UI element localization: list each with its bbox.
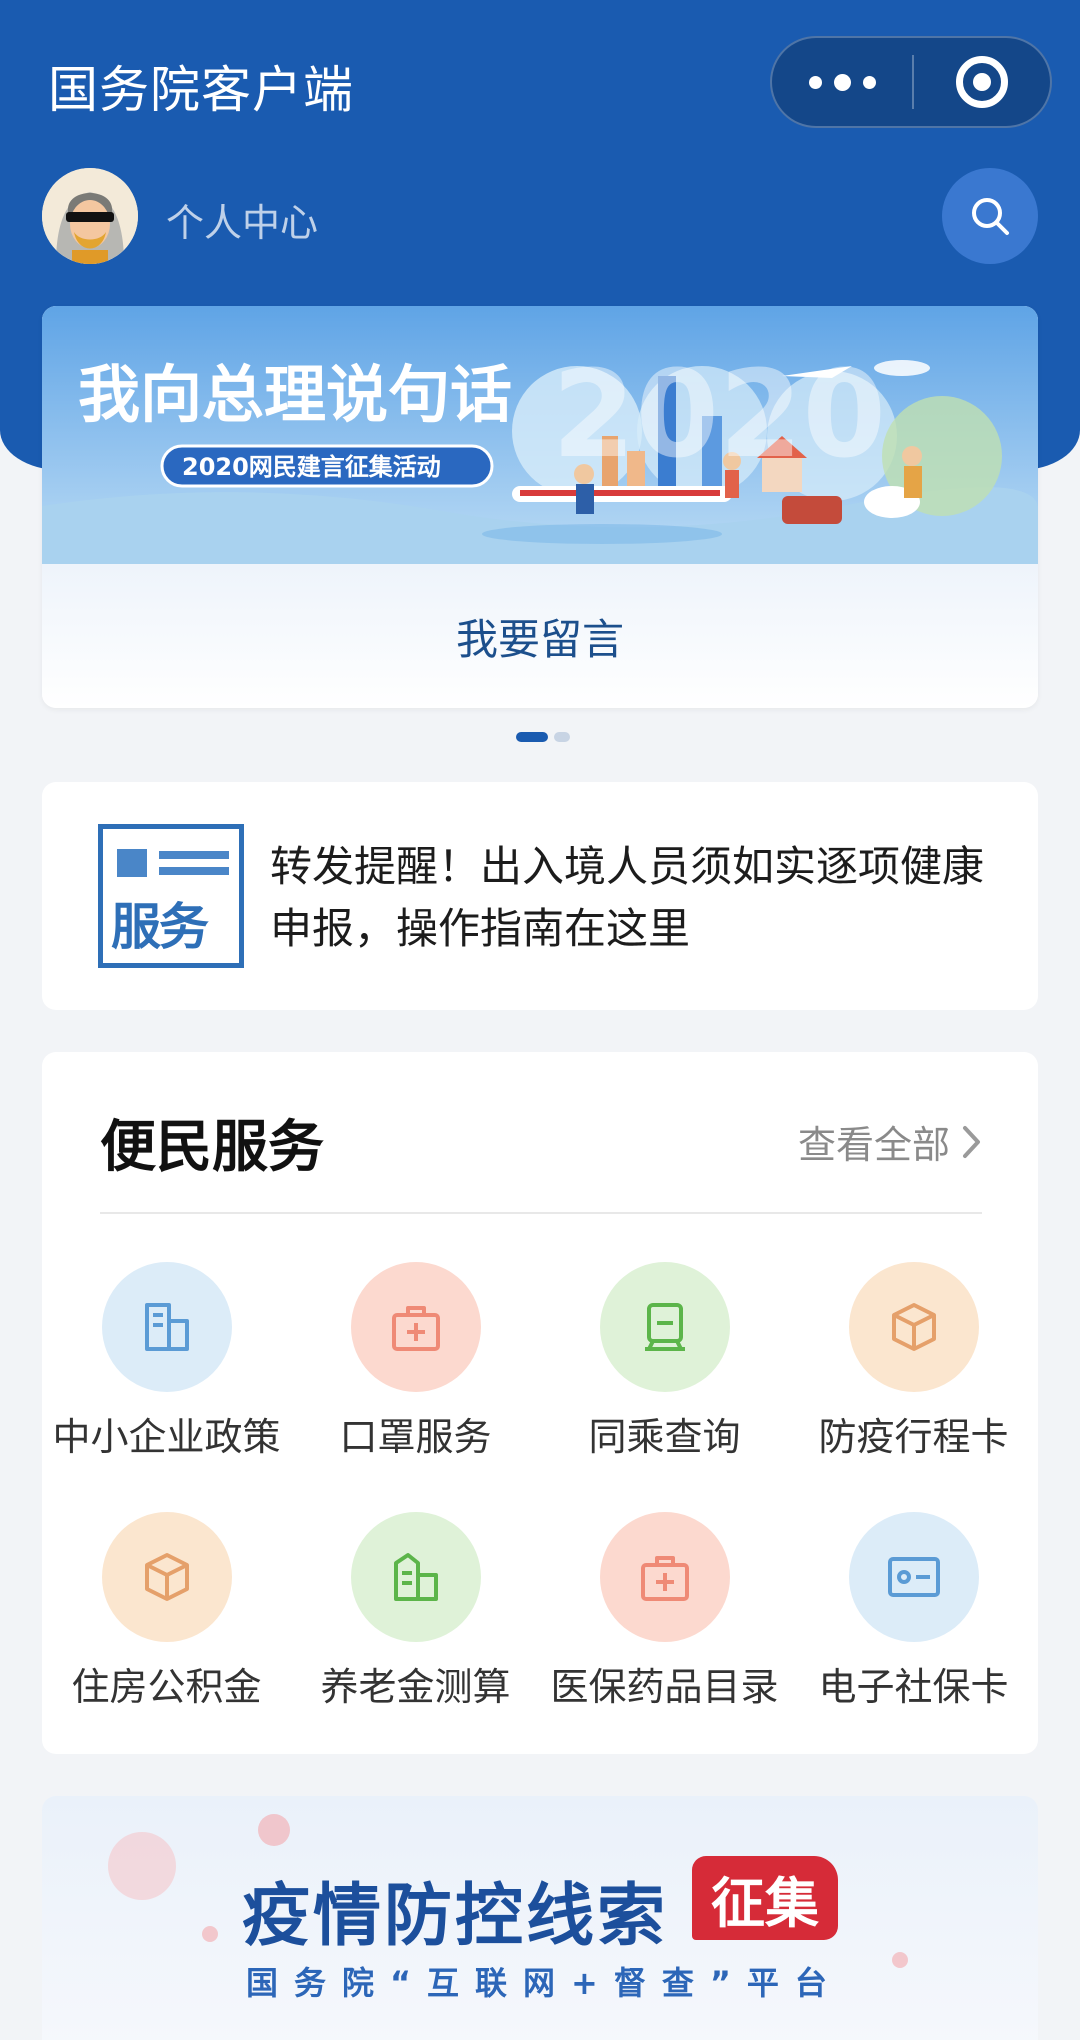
- service-item-label: 养老金测算: [320, 1665, 511, 1709]
- service-item[interactable]: 中小企业政策: [42, 1262, 291, 1461]
- view-all-label: 查看全部: [797, 1123, 950, 1167]
- building-icon: [101, 1262, 232, 1392]
- banner-subtitle: 2020网民建言征集活动: [182, 453, 441, 481]
- banner-title: 我向总理说句话: [78, 358, 512, 431]
- service-item[interactable]: 住房公积金: [42, 1512, 291, 1711]
- carousel-pager: [516, 732, 570, 742]
- service-item-label: 同乘查询: [588, 1415, 741, 1459]
- search-button[interactable]: [942, 168, 1038, 264]
- service-item[interactable]: 防疫行程卡: [789, 1262, 1038, 1461]
- service-item-label: 防疫行程卡: [818, 1415, 1009, 1459]
- app-title: 国务院客户端: [48, 61, 354, 119]
- leave-message-button[interactable]: 我要留言: [42, 564, 1038, 708]
- banner-title: 疫情防控线索: [242, 1877, 669, 1956]
- box-icon: [848, 1262, 979, 1392]
- section-title: 便民服务: [100, 1115, 324, 1180]
- service-item-label: 中小企业政策: [52, 1415, 281, 1459]
- dot: [862, 75, 876, 89]
- pager-dot[interactable]: [554, 732, 570, 742]
- service-notice-icon: 服务: [98, 824, 244, 968]
- box-icon: [101, 1512, 232, 1642]
- chevron-right-icon: [963, 1125, 980, 1158]
- mini-program-capsule: [770, 36, 1052, 128]
- service-item[interactable]: 电子社保卡: [789, 1512, 1038, 1711]
- notice-text: 转发提醒！出入境人员须如实逐项健康申报，操作指南在这里: [270, 842, 985, 953]
- banner-image: 我向总理说句话 2020网民建言征集活动 2020: [42, 306, 1038, 564]
- service-icon-text: 服务: [111, 898, 209, 956]
- medkit-icon: [350, 1262, 481, 1392]
- id-card-icon: [848, 1512, 979, 1642]
- service-item-label: 医保药品目录: [550, 1665, 779, 1709]
- train-icon: [599, 1262, 730, 1392]
- medkit-icon: [599, 1512, 730, 1642]
- dot: [833, 73, 851, 91]
- service-item[interactable]: 同乘查询: [540, 1262, 789, 1461]
- more-options-button[interactable]: [772, 38, 912, 126]
- target-icon: [956, 56, 1008, 108]
- service-item-label: 口罩服务: [339, 1415, 492, 1459]
- service-item-label: 住房公积金: [71, 1665, 262, 1709]
- banner-subtitle: 国务院“互联网+督查”平台: [246, 1964, 843, 2002]
- service-item[interactable]: 口罩服务: [291, 1262, 540, 1461]
- notice-card[interactable]: 服务 转发提醒！出入境人员须如实逐项健康申报，操作指南在这里: [42, 782, 1038, 1010]
- service-item[interactable]: 医保药品目录: [540, 1512, 789, 1711]
- avatar-image: [42, 168, 138, 264]
- pager-dot-active[interactable]: [516, 732, 548, 742]
- avatar[interactable]: [42, 168, 138, 264]
- personal-center-link[interactable]: 个人中心: [166, 192, 318, 247]
- banner-carousel[interactable]: 我向总理说句话 2020网民建言征集活动 2020 我要留言: [42, 306, 1038, 708]
- epidemic-clue-banner[interactable]: 疫情防控线索 征集 国务院“互联网+督查”平台: [42, 1796, 1038, 2040]
- collect-tag: 征集: [692, 1856, 838, 1940]
- service-item-label: 电子社保卡: [818, 1665, 1009, 1709]
- service-item[interactable]: 养老金测算: [291, 1512, 540, 1711]
- buildings-icon: [350, 1512, 481, 1642]
- dot: [808, 75, 822, 89]
- search-icon: [972, 198, 1009, 235]
- divider: [100, 1212, 982, 1214]
- convenience-services-card: 便民服务 查看全部 中小企业政策 口罩服务 同乘查询 防疫行程卡住房公积金 养老金测算医…: [42, 1052, 1038, 1754]
- view-all-link[interactable]: 查看全部: [798, 1114, 982, 1169]
- close-mini-program-button[interactable]: [914, 38, 1050, 126]
- banner-year: 2020: [552, 346, 886, 485]
